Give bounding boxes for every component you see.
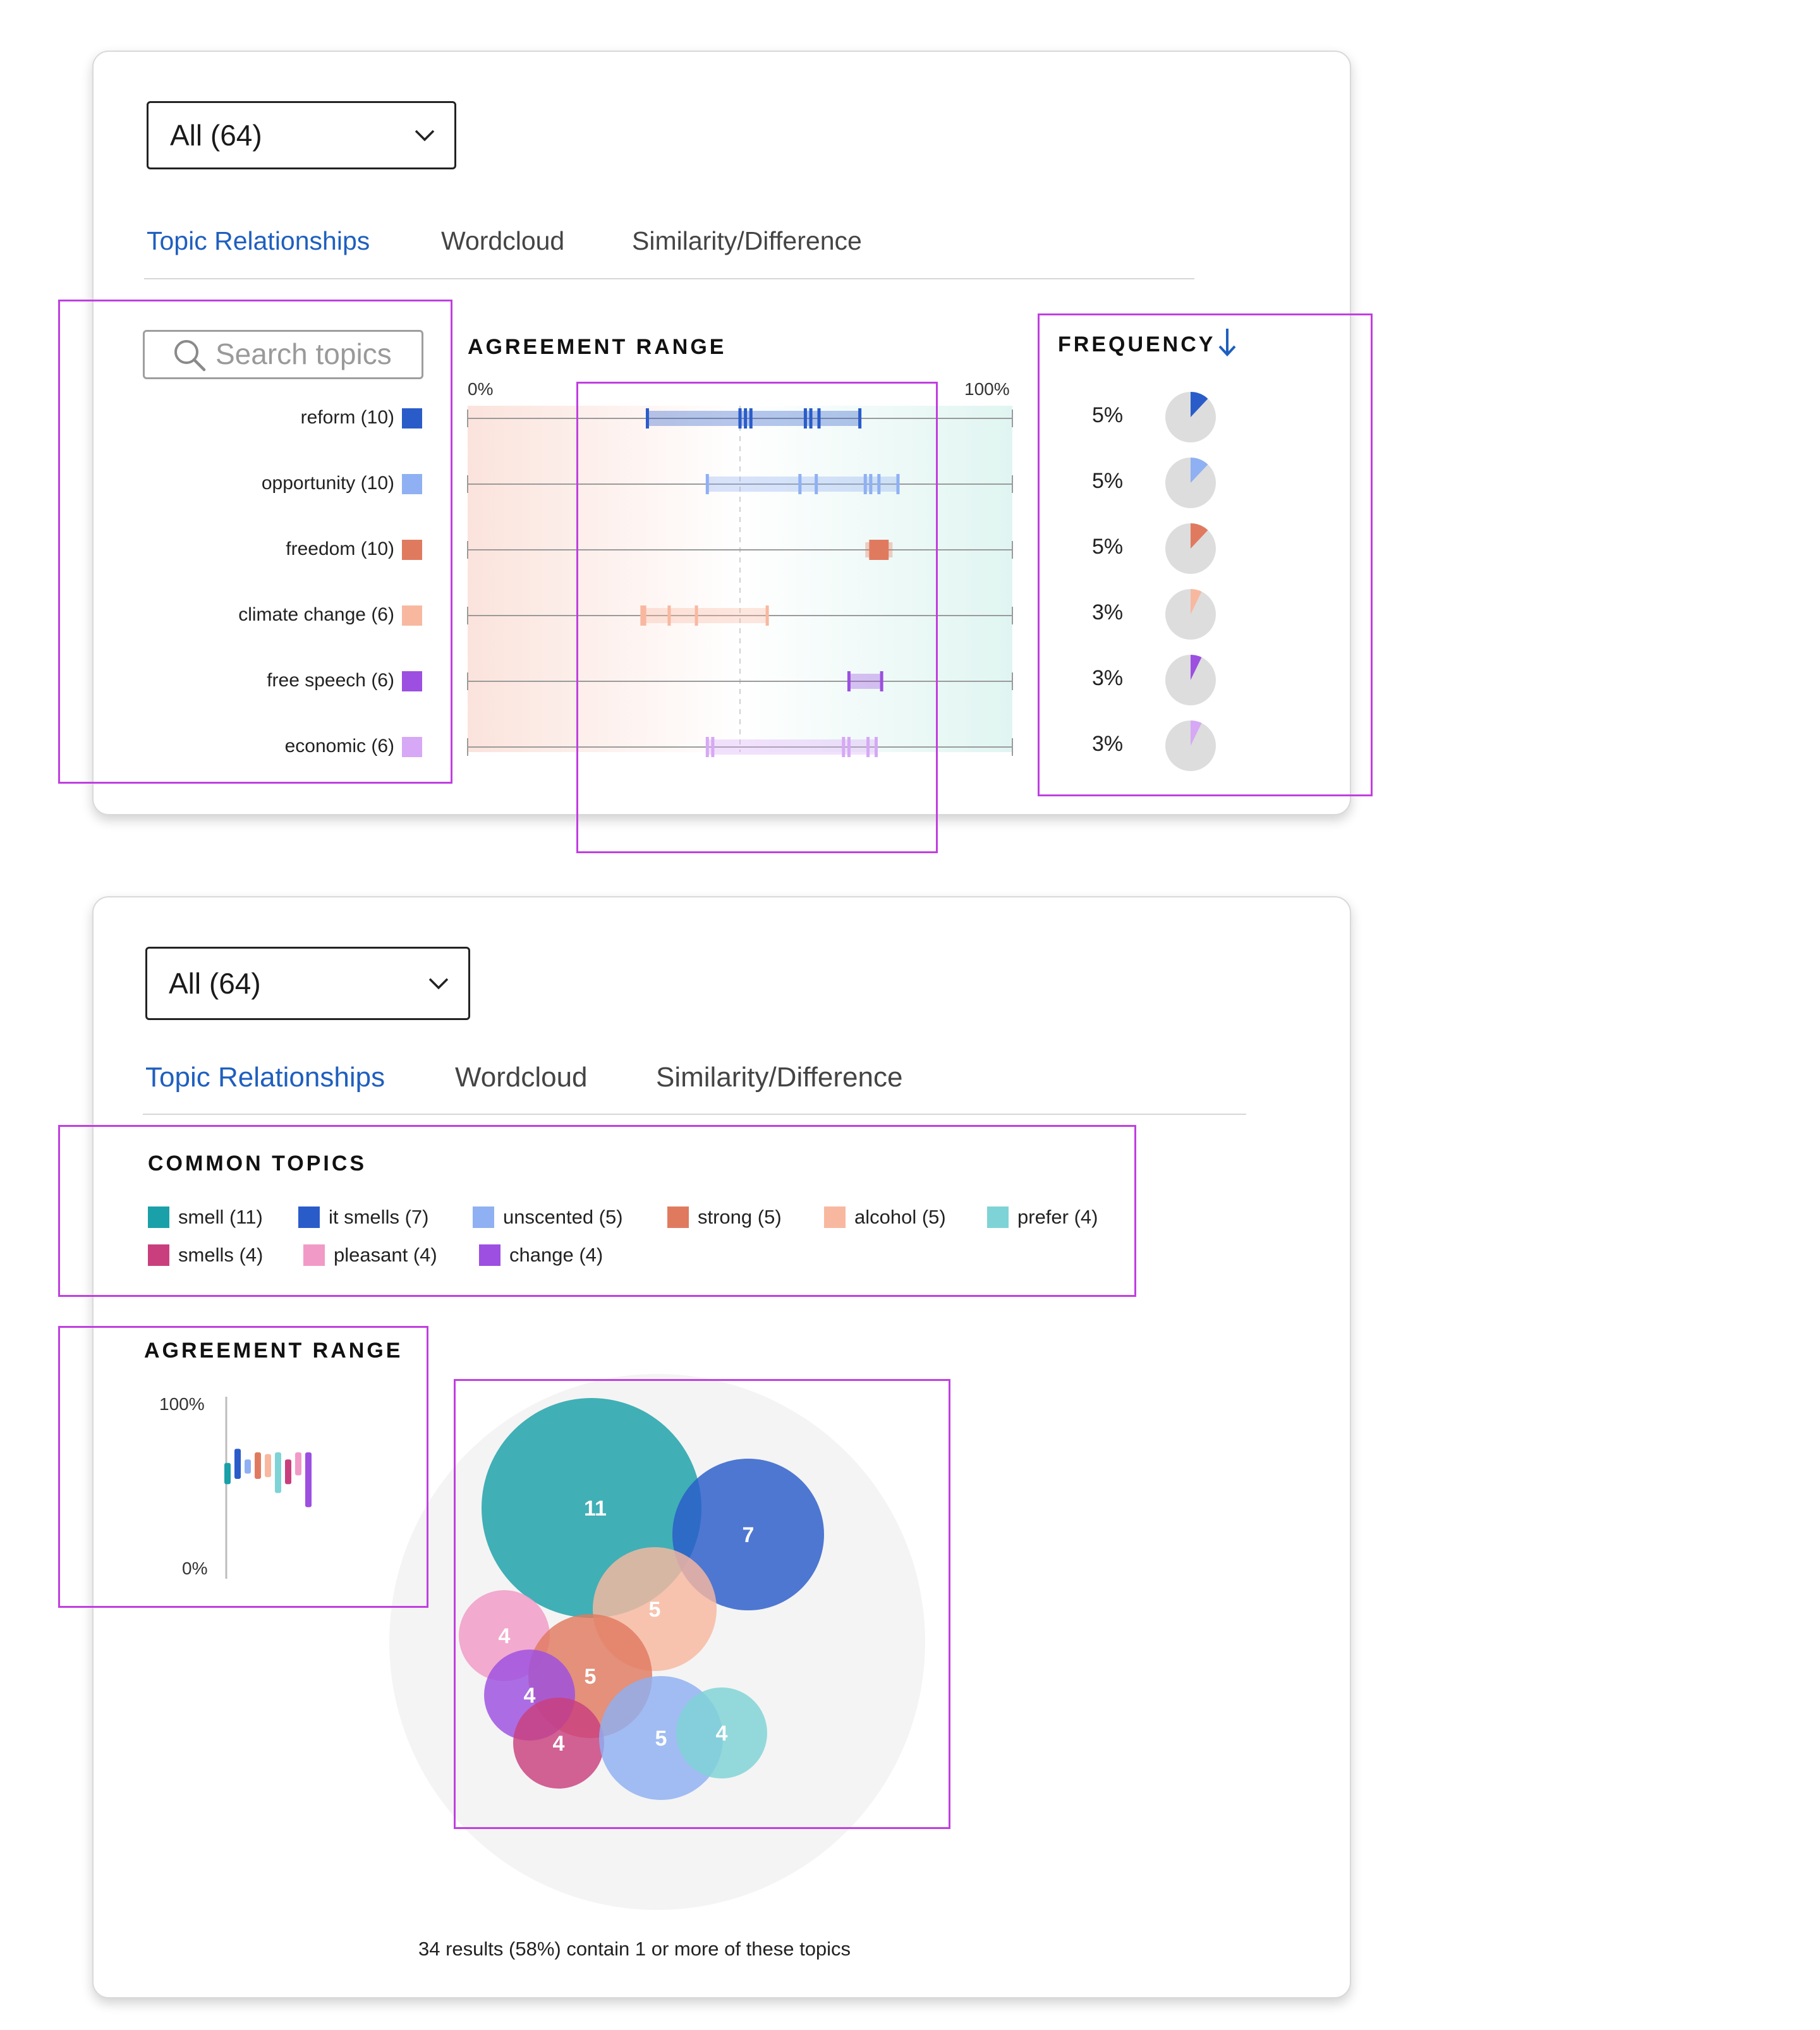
frequency-pie <box>1165 392 1216 442</box>
topic-color-swatch <box>402 474 422 494</box>
frequency-pie <box>1165 458 1216 508</box>
frequency-heading-label: FREQUENCY <box>1058 332 1216 356</box>
topic-color-swatch <box>402 408 422 428</box>
mini-axis-max-label: 100% <box>159 1394 205 1414</box>
results-summary: 34 results (58%) contain 1 or more of th… <box>418 1938 851 1960</box>
topic-color-swatch <box>402 671 422 691</box>
tab-bar: Topic Relationships Wordcloud Similarity… <box>144 226 1194 279</box>
legend-label: pleasant (4) <box>334 1244 437 1266</box>
topic-label[interactable]: free speech (6) <box>267 670 394 691</box>
common-topics-heading: COMMON TOPICS <box>148 1152 367 1176</box>
tab-similarity-difference-2[interactable]: Similarity/Difference <box>656 1062 902 1093</box>
frequency-heading[interactable]: FREQUENCY <box>1058 332 1215 357</box>
legend-label: unscented (5) <box>503 1206 623 1228</box>
filter-dropdown-value: All (64) <box>170 119 262 152</box>
mini-axis-min-label: 0% <box>182 1559 208 1578</box>
tab-topic-relationships-2[interactable]: Topic Relationships <box>145 1062 385 1093</box>
axis-min-label: 0% <box>468 379 494 399</box>
axis-max-label: 100% <box>964 379 1010 399</box>
frequency-pie <box>1165 655 1216 705</box>
common-topic-legend-item[interactable]: unscented (5) <box>473 1206 623 1229</box>
legend-label: smells (4) <box>178 1244 264 1266</box>
agreement-range-heading-2: AGREEMENT RANGE <box>144 1339 403 1363</box>
agreement-range-heading: AGREEMENT RANGE <box>468 335 727 359</box>
legend-label: strong (5) <box>698 1206 782 1228</box>
common-topic-legend-item[interactable]: prefer (4) <box>987 1206 1098 1229</box>
frequency-value: 3% <box>1092 600 1124 624</box>
filter-dropdown[interactable]: All (64) <box>147 101 456 169</box>
chevron-down-icon <box>428 978 449 990</box>
frequency-value: 5% <box>1092 469 1124 493</box>
topic-label[interactable]: reform (10) <box>301 407 394 428</box>
filter-dropdown-value-2: All (64) <box>169 967 261 1000</box>
common-topic-legend-item[interactable]: pleasant (4) <box>303 1244 437 1267</box>
tab-wordcloud[interactable]: Wordcloud <box>441 226 564 256</box>
search-placeholder: Search topics <box>215 337 392 370</box>
tab-bar-2: Topic Relationships Wordcloud Similarity… <box>143 1062 1246 1115</box>
legend-swatch <box>479 1244 500 1266</box>
legend-swatch <box>298 1206 320 1228</box>
frequency-pie <box>1165 523 1216 574</box>
common-topic-legend-item[interactable]: it smells (7) <box>298 1206 428 1229</box>
frequency-value: 5% <box>1092 403 1124 427</box>
search-topics-input[interactable]: Search topics <box>143 330 423 379</box>
search-icon <box>174 340 206 372</box>
legend-swatch <box>148 1244 169 1266</box>
legend-label: prefer (4) <box>1017 1206 1098 1228</box>
frequency-pie <box>1165 589 1216 640</box>
common-topic-legend-item[interactable]: smells (4) <box>148 1244 263 1267</box>
legend-swatch <box>303 1244 325 1266</box>
frequency-pie <box>1165 720 1216 771</box>
legend-swatch <box>987 1206 1009 1228</box>
legend-swatch <box>473 1206 494 1228</box>
topic-label[interactable]: climate change (6) <box>238 604 394 626</box>
topic-color-swatch <box>402 737 422 757</box>
frequency-value: 3% <box>1092 666 1124 690</box>
tab-similarity-difference[interactable]: Similarity/Difference <box>632 226 862 256</box>
common-topic-legend-item[interactable]: smell (11) <box>148 1206 263 1229</box>
frequency-value: 3% <box>1092 732 1124 756</box>
tab-wordcloud-2[interactable]: Wordcloud <box>455 1062 588 1093</box>
common-topic-legend-item[interactable]: change (4) <box>479 1244 603 1267</box>
common-topic-legend-item[interactable]: strong (5) <box>667 1206 782 1229</box>
topic-color-swatch <box>402 605 422 626</box>
arrow-down-icon[interactable] <box>1216 326 1239 358</box>
common-topic-legend-item[interactable]: alcohol (5) <box>824 1206 946 1229</box>
topic-label[interactable]: economic (6) <box>285 736 394 757</box>
legend-swatch <box>148 1206 169 1228</box>
frequency-value: 5% <box>1092 535 1124 559</box>
legend-label: it smells (7) <box>329 1206 429 1228</box>
legend-swatch <box>824 1206 846 1228</box>
legend-label: change (4) <box>509 1244 604 1266</box>
legend-swatch <box>667 1206 689 1228</box>
tab-topic-relationships[interactable]: Topic Relationships <box>147 226 370 256</box>
legend-label: smell (11) <box>178 1206 263 1228</box>
topic-label[interactable]: opportunity (10) <box>262 473 394 494</box>
topic-label[interactable]: freedom (10) <box>286 538 394 560</box>
topic-color-swatch <box>402 540 422 560</box>
filter-dropdown-2[interactable]: All (64) <box>145 947 470 1020</box>
legend-label: alcohol (5) <box>854 1206 946 1228</box>
chevron-down-icon <box>415 130 435 142</box>
